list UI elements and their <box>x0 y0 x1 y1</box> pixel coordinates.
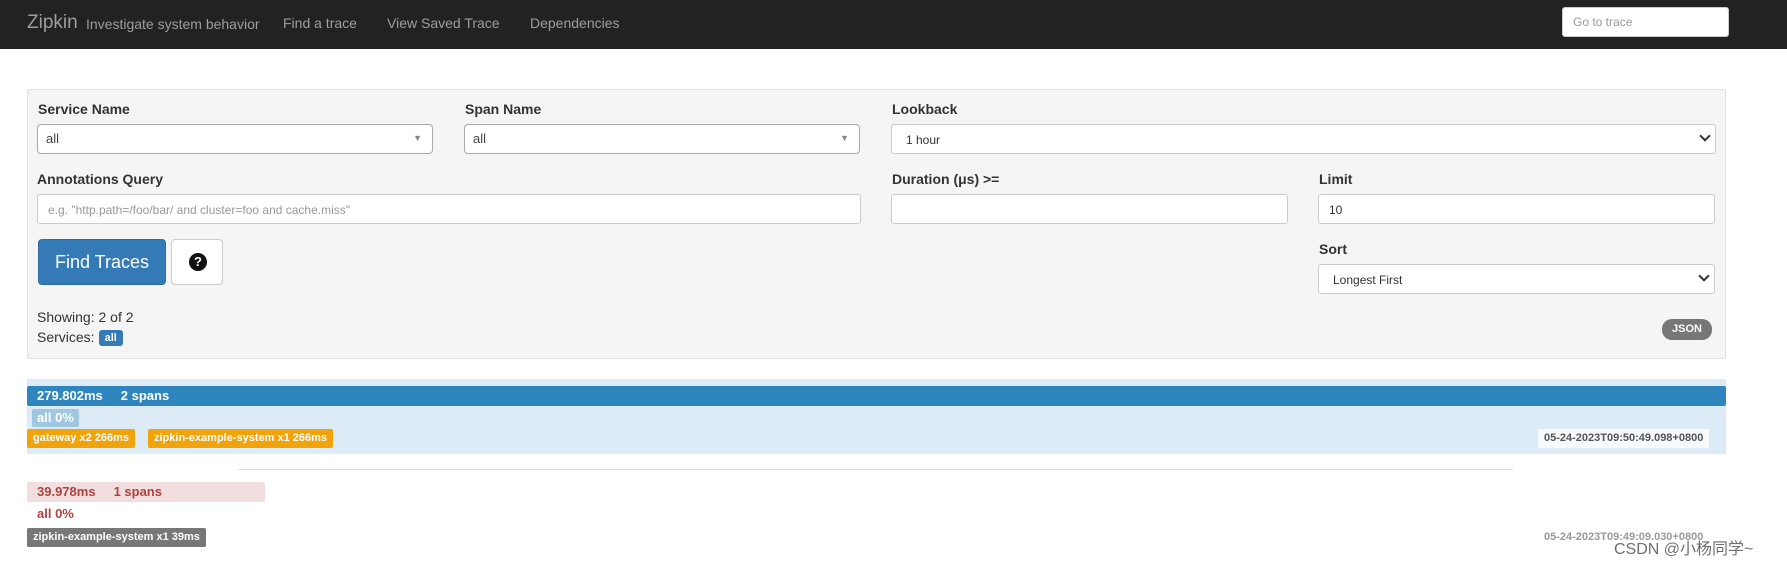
find-traces-button[interactable]: Find Traces <box>38 239 166 285</box>
sort-value: Longest First <box>1333 273 1403 287</box>
services-all-badge[interactable]: all <box>98 330 123 346</box>
lookback-select[interactable]: 1 hour <box>891 124 1716 154</box>
trace-divider <box>238 469 1513 470</box>
duration-label: Duration (μs) >= <box>892 171 1000 187</box>
trace-timestamp: 05-24-2023T09:50:49.098+0800 <box>1538 429 1710 448</box>
dropdown-caret-icon: ▼ <box>413 133 422 143</box>
sort-label: Sort <box>1319 241 1347 257</box>
service-percentage: all 0% <box>37 506 74 521</box>
span-name-select[interactable]: all ▼ <box>464 124 860 154</box>
json-button[interactable]: JSON <box>1662 319 1712 340</box>
go-to-trace-input[interactable] <box>1562 7 1729 37</box>
lookback-label: Lookback <box>892 101 958 117</box>
service-badge[interactable]: gateway x2 266ms <box>27 429 136 448</box>
nav-find-trace[interactable]: Find a trace <box>283 15 357 31</box>
services-label: Services: <box>37 329 95 345</box>
question-circle-icon: ? <box>189 253 207 271</box>
brand-logo[interactable]: Zipkin <box>27 12 78 34</box>
service-badge[interactable]: zipkin-example-system x1 39ms <box>27 528 206 547</box>
annotations-query-input[interactable]: e.g. "http.path=/foo/bar/ and cluster=fo… <box>37 194 861 224</box>
limit-input[interactable]: 10 <box>1318 194 1715 224</box>
chevron-down-icon <box>1699 130 1711 142</box>
service-percentage: all 0% <box>32 409 79 427</box>
brand-tagline: Investigate system behavior <box>86 16 260 32</box>
dropdown-caret-icon: ▼ <box>840 133 849 143</box>
trace-result[interactable]: 39.978ms 1 spans all 0% zipkin-example-sy… <box>27 482 1726 565</box>
search-panel: Service Name all ▼ Span Name all ▼ Lookb… <box>27 89 1726 359</box>
service-name-label: Service Name <box>38 101 130 117</box>
chevron-down-icon <box>1698 270 1710 282</box>
limit-label: Limit <box>1319 171 1353 187</box>
service-name-select[interactable]: all ▼ <box>37 124 433 154</box>
span-name-value: all <box>473 131 487 146</box>
trace-duration-bar[interactable]: 39.978ms 1 spans <box>27 482 265 502</box>
nav-dependencies[interactable]: Dependencies <box>530 15 620 31</box>
trace-duration: 279.802ms <box>37 388 103 403</box>
services-summary: Services: all <box>37 329 123 346</box>
trace-result[interactable]: 279.802ms 2 spans all 0% gateway x2 266ms… <box>27 379 1726 454</box>
csdn-watermark: CSDN @小杨同学~ <box>1614 541 1754 558</box>
duration-input[interactable] <box>891 194 1288 224</box>
trace-duration-bar[interactable]: 279.802ms 2 spans <box>27 386 1726 406</box>
showing-count: Showing: 2 of 2 <box>37 309 134 325</box>
sort-select[interactable]: Longest First <box>1318 264 1715 294</box>
annotations-query-label: Annotations Query <box>37 171 164 187</box>
service-badge[interactable]: zipkin-example-system x1 266ms <box>148 429 334 448</box>
service-name-value: all <box>46 131 60 146</box>
trace-span-count: 2 spans <box>120 388 170 403</box>
lookback-value: 1 hour <box>906 133 941 147</box>
span-name-label: Span Name <box>465 101 542 117</box>
trace-span-count: 1 spans <box>113 484 162 499</box>
top-navbar: Zipkin Investigate system behavior Find … <box>0 0 1787 49</box>
trace-duration: 39.978ms <box>37 484 96 499</box>
help-button[interactable]: ? <box>171 239 223 285</box>
nav-view-saved-trace[interactable]: View Saved Trace <box>387 15 500 31</box>
